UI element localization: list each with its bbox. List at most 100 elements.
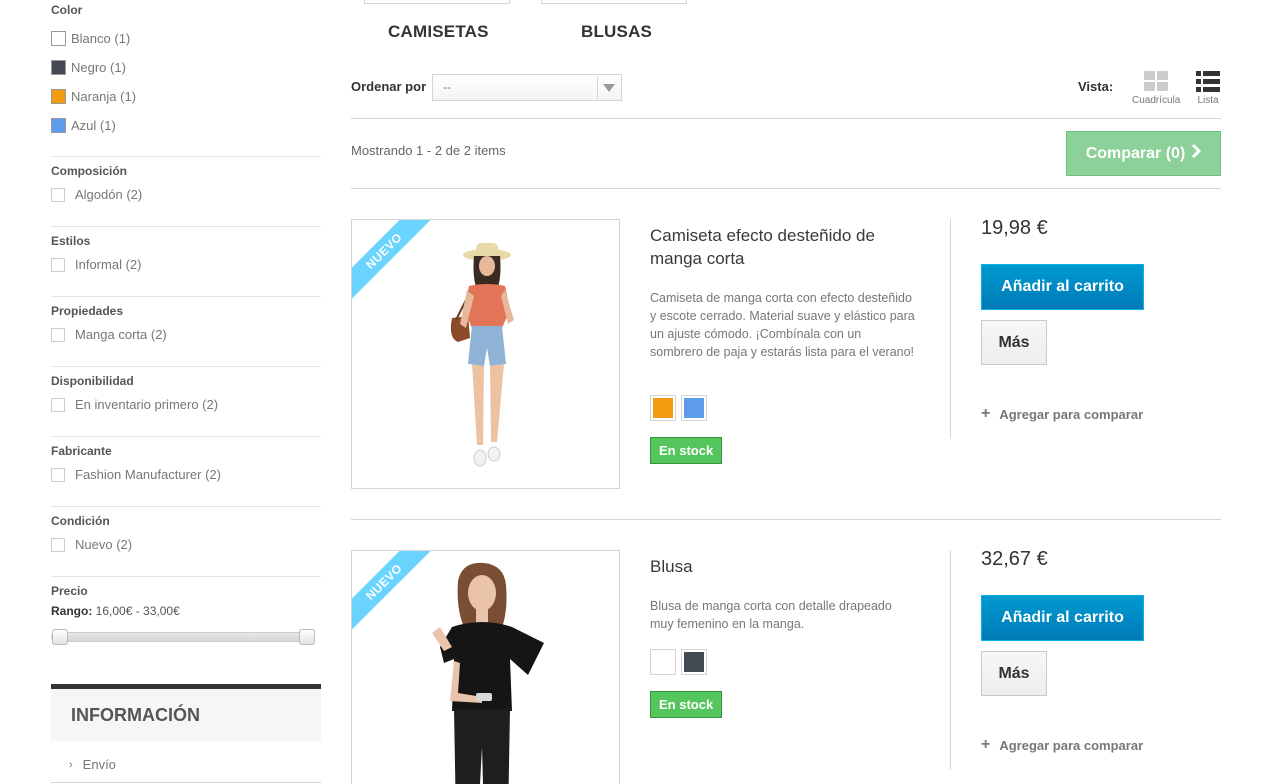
sort-select[interactable]: -- [432, 74, 622, 101]
product-price: 19,98 € [981, 217, 1048, 239]
product-color-swatch[interactable] [650, 395, 676, 421]
view-grid-button[interactable]: Cuadrícula [1132, 71, 1180, 106]
view-label: Vista: [1078, 79, 1114, 94]
filter-option[interactable]: Fashion Manufacturer (2) [51, 467, 321, 482]
filter-availability: Disponibilidad En inventario primero (2) [51, 366, 321, 436]
view-grid-label: Cuadrícula [1132, 95, 1181, 106]
divider [51, 782, 321, 783]
checkbox[interactable] [51, 187, 65, 202]
product-description: Camiseta de manga corta con efecto deste… [650, 291, 915, 359]
subcategory-thumb[interactable] [541, 0, 687, 4]
filter-title: Estilos [51, 234, 91, 248]
checkbox[interactable] [51, 467, 65, 482]
filter-option[interactable]: Informal (2) [51, 257, 321, 272]
new-badge: NUEVO [352, 220, 434, 303]
divider [351, 519, 1221, 520]
add-to-cart-button[interactable]: Añadir al carrito [981, 595, 1144, 641]
more-button[interactable]: Más [981, 651, 1047, 696]
product-name[interactable]: Camiseta efecto desteñido de manga corta [650, 224, 890, 270]
info-link-shipping[interactable]: › Envío [51, 741, 321, 772]
filter-title: Composición [51, 164, 128, 178]
product-name[interactable]: Blusa [650, 555, 890, 578]
product-price: 32,67 € [981, 548, 1048, 570]
information-block: Información › Envío [51, 684, 321, 783]
filter-option-label: Algodón (2) [75, 187, 143, 202]
filter-styles: Estilos Informal (2) [51, 226, 321, 296]
layered-filters: Color Blanco (1) Negro (1) Naranja (1) A… [51, 0, 321, 645]
filter-title: Disponibilidad [51, 374, 134, 388]
product-color-list [650, 649, 707, 675]
plus-icon: + [981, 736, 991, 753]
color-swatch[interactable] [51, 60, 66, 75]
view-list-label: Lista [1197, 95, 1219, 106]
divider [950, 219, 951, 439]
filter-option[interactable]: Nuevo (2) [51, 537, 321, 552]
product-image[interactable]: NUEVO [351, 550, 620, 784]
product-color-swatch[interactable] [681, 649, 707, 675]
add-to-compare-link[interactable]: + Agregar para comparar [981, 405, 1143, 423]
checkbox[interactable] [51, 397, 65, 412]
checkbox[interactable] [51, 537, 65, 552]
filter-option[interactable]: En inventario primero (2) [51, 397, 321, 412]
filter-option-label: Manga corta (2) [75, 327, 167, 342]
view-list-button[interactable]: Lista [1196, 71, 1220, 106]
items-count: Mostrando 1 - 2 de 2 items [351, 143, 506, 158]
add-to-compare-link[interactable]: + Agregar para comparar [981, 736, 1143, 754]
new-badge-label: NUEVO [352, 220, 434, 303]
color-swatch[interactable] [51, 118, 66, 133]
filter-option[interactable]: Algodón (2) [51, 187, 321, 202]
divider [351, 188, 1221, 189]
filter-price: Precio Rango: 16,00€ - 33,00€ [51, 576, 321, 645]
filter-option-label: Fashion Manufacturer (2) [75, 467, 221, 482]
subcategory-thumb[interactable] [364, 0, 510, 4]
color-swatch[interactable] [51, 31, 66, 46]
color-option-black[interactable]: Negro (1) [51, 53, 321, 82]
add-to-cart-button[interactable]: Añadir al carrito [981, 264, 1144, 310]
product-image[interactable]: NUEVO [351, 219, 620, 489]
dropdown-arrow-icon [597, 76, 620, 99]
more-button[interactable]: Más [981, 320, 1047, 365]
filter-option-label: Nuevo (2) [75, 537, 133, 552]
filter-title-color: Color [51, 3, 83, 17]
product-description: Blusa de manga corta con detalle drapead… [650, 599, 892, 631]
subcategory-link-camisetas[interactable]: CAMISETAS [388, 22, 489, 42]
product-color-swatch[interactable] [650, 649, 676, 675]
filter-condition: Condición Nuevo (2) [51, 506, 321, 576]
add-to-compare-label: Agregar para comparar [999, 737, 1144, 753]
grid-icon [1144, 71, 1169, 91]
filter-title: Condición [51, 514, 110, 528]
stock-badge: En stock [650, 437, 723, 464]
plus-icon: + [981, 405, 991, 422]
filter-option-label: En inventario primero (2) [75, 397, 219, 412]
price-range-label: Rango: [51, 604, 93, 618]
price-slider-min-handle[interactable] [52, 629, 68, 645]
chevron-right-icon [1191, 143, 1202, 163]
information-title: Información [51, 684, 321, 741]
price-range-text: Rango: 16,00€ - 33,00€ [51, 604, 321, 618]
divider [351, 118, 1221, 119]
compare-button[interactable]: Comparar (0) [1066, 131, 1221, 176]
add-to-compare-label: Agregar para comparar [999, 406, 1144, 422]
price-range-value: 16,00€ - 33,00€ [95, 604, 180, 618]
checkbox[interactable] [51, 257, 65, 272]
color-option-orange[interactable]: Naranja (1) [51, 82, 321, 111]
stock-badge: En stock [650, 691, 723, 718]
filter-option[interactable]: Manga corta (2) [51, 327, 321, 342]
divider [950, 550, 951, 770]
sort-select-value: -- [443, 80, 451, 94]
subcategory-link-blusas[interactable]: BLUSAS [581, 22, 652, 42]
list-icon [1196, 71, 1220, 92]
compare-button-label: Comparar (0) [1085, 144, 1186, 162]
price-slider[interactable] [51, 629, 315, 645]
color-option-blue[interactable]: Azul (1) [51, 111, 321, 140]
filter-composition: Composición Algodón (2) [51, 156, 321, 226]
color-option-white[interactable]: Blanco (1) [51, 24, 321, 53]
checkbox[interactable] [51, 327, 65, 342]
color-option-label: Naranja (1) [71, 89, 137, 104]
new-badge-label: NUEVO [352, 551, 434, 634]
color-option-label: Blanco (1) [71, 31, 131, 46]
product-color-swatch[interactable] [681, 395, 707, 421]
color-swatch[interactable] [51, 89, 66, 104]
new-badge: NUEVO [352, 551, 434, 634]
price-slider-max-handle[interactable] [299, 629, 315, 645]
